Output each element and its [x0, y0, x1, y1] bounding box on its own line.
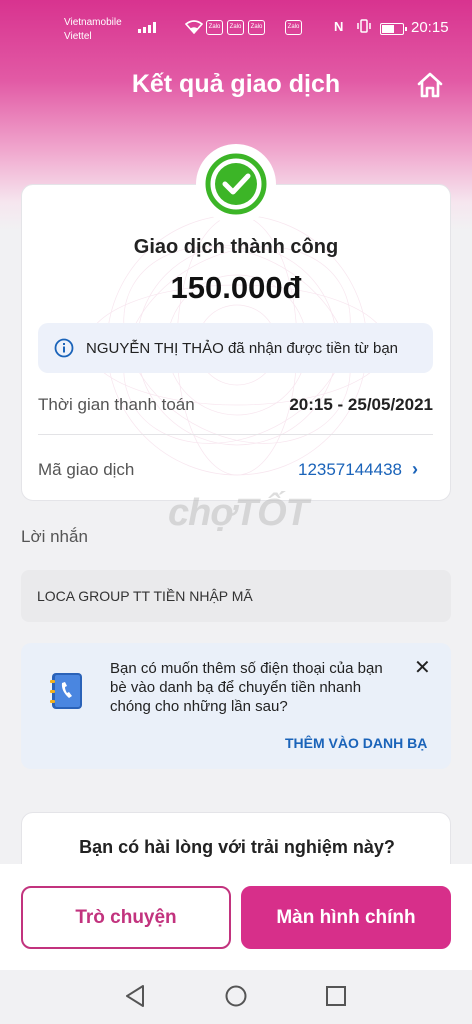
wifi-icon [184, 20, 204, 37]
zalo-notification-icon: Zalo [206, 20, 223, 35]
vibrate-icon [356, 19, 372, 36]
home-icon[interactable] [416, 72, 444, 98]
divider [38, 434, 433, 435]
transaction-id-link[interactable]: 12357144438 [250, 460, 402, 480]
message-label: Lời nhắn [21, 527, 88, 546]
zalo-notification-icon: Zalo [248, 20, 265, 35]
contact-book-icon [50, 673, 82, 709]
message-text: LOCA GROUP TT TIỀN NHẬP MÃ [37, 588, 253, 604]
add-contact-prompt: Bạn có muốn thêm số điện thoại của bạn b… [21, 643, 451, 769]
clock: 20:15 [411, 19, 449, 36]
add-contact-text: Bạn có muốn thêm số điện thoại của bạn b… [110, 660, 383, 715]
carrier-1: Vietnamobile [64, 17, 122, 28]
signal-icon [138, 22, 156, 33]
recipient-info-box: NGUYỄN THỊ THẢO đã nhận được tiền từ bạn [38, 323, 433, 373]
carrier-2: Viettel [64, 31, 92, 42]
system-nav-bar [0, 970, 472, 1024]
survey-question: Bạn có hài lòng với trải nghiệm này? [79, 837, 395, 857]
status-bar: Vietnamobile Viettel Zalo Zalo Zalo Zalo… [0, 0, 472, 56]
chat-button[interactable]: Trò chuyện [21, 886, 231, 949]
success-badge [196, 144, 276, 224]
payment-time-value: 20:15 - 25/05/2021 [289, 395, 433, 414]
nfc-icon: N [334, 19, 344, 34]
zalo-notification-icon: Zalo [285, 20, 302, 35]
battery-icon [380, 23, 407, 35]
zalo-notification-icon: Zalo [227, 20, 244, 35]
page-title: Kết quả giao dịch [131, 70, 341, 98]
watermark-logo: chợTỐT [168, 492, 309, 534]
bottom-action-bar: Trò chuyện Màn hình chính [0, 864, 472, 970]
chevron-right-icon[interactable]: › [412, 459, 418, 480]
transaction-status: Giao dịch thành công [133, 236, 339, 258]
recents-square-icon[interactable] [325, 984, 347, 1008]
carrier-names: Vietnamobile Viettel [64, 16, 122, 44]
transaction-id-label: Mã giao dịch [38, 460, 135, 479]
transaction-amount: 150.000đ [170, 270, 302, 305]
payment-time-label: Thời gian thanh toán [38, 395, 195, 414]
close-icon[interactable]: ✕ [414, 655, 431, 680]
info-icon [54, 338, 74, 358]
home-circle-icon[interactable] [224, 984, 248, 1008]
add-to-contacts-link[interactable]: THÊM VÀO DANH BẠ [285, 735, 427, 751]
recipient-info-text: NGUYỄN THỊ THẢO đã nhận được tiền từ bạn [86, 339, 398, 357]
check-circle-icon [205, 153, 267, 215]
back-triangle-icon[interactable] [124, 984, 146, 1008]
main-screen-button[interactable]: Màn hình chính [241, 886, 451, 949]
message-box: LOCA GROUP TT TIỀN NHẬP MÃ [21, 570, 451, 622]
